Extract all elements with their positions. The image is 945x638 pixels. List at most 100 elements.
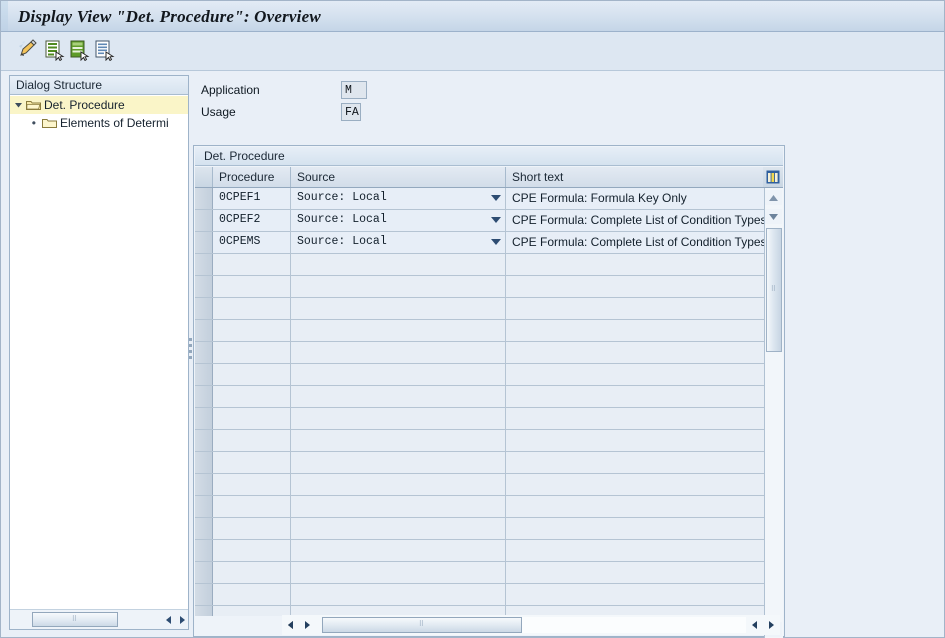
- new-entries-icon[interactable]: [41, 37, 66, 62]
- cell-empty[interactable]: [506, 584, 783, 605]
- row-select-button[interactable]: [195, 276, 213, 297]
- cell-procedure[interactable]: 0CPEF2: [213, 210, 291, 231]
- table-row-empty[interactable]: [195, 584, 783, 606]
- cell-short-text[interactable]: CPE Formula: Complete List of Condition …: [506, 210, 783, 231]
- cell-empty[interactable]: [506, 320, 783, 341]
- copy-as-icon[interactable]: [66, 37, 91, 62]
- cell-empty[interactable]: [213, 496, 291, 517]
- cell-empty[interactable]: [213, 584, 291, 605]
- cell-empty[interactable]: [213, 298, 291, 319]
- usage-field[interactable]: FA: [341, 103, 361, 121]
- cell-empty[interactable]: [213, 342, 291, 363]
- cell-empty[interactable]: [291, 276, 506, 297]
- cell-empty[interactable]: [291, 562, 506, 583]
- cell-empty[interactable]: [291, 474, 506, 495]
- row-select-button[interactable]: [195, 562, 213, 583]
- table-horizontal-scrollbar[interactable]: ⠿: [282, 615, 780, 635]
- row-select-button[interactable]: [195, 210, 213, 231]
- table-row-empty[interactable]: [195, 452, 783, 474]
- hscroll-left-button[interactable]: [282, 617, 299, 634]
- cell-empty[interactable]: [213, 430, 291, 451]
- hscroll-thumb[interactable]: ⠿: [322, 617, 522, 633]
- tree-item-elements-of-determination[interactable]: • Elements of Determi: [10, 114, 188, 132]
- hscroll-left-button-2[interactable]: [746, 617, 763, 634]
- row-select-button[interactable]: [195, 386, 213, 407]
- table-row-empty[interactable]: [195, 540, 783, 562]
- details-icon[interactable]: [91, 37, 116, 62]
- cell-empty[interactable]: [506, 562, 783, 583]
- cell-empty[interactable]: [506, 408, 783, 429]
- cell-empty[interactable]: [506, 364, 783, 385]
- cell-empty[interactable]: [213, 562, 291, 583]
- table-row-empty[interactable]: [195, 496, 783, 518]
- cell-source[interactable]: Source: Local: [291, 210, 506, 231]
- table-row-empty[interactable]: [195, 474, 783, 496]
- scroll-up-button[interactable]: [765, 190, 782, 205]
- column-config-icon[interactable]: [763, 167, 783, 187]
- hscroll-track[interactable]: [522, 617, 746, 633]
- row-select-button[interactable]: [195, 430, 213, 451]
- table-row-empty[interactable]: [195, 386, 783, 408]
- cell-empty[interactable]: [506, 298, 783, 319]
- cell-empty[interactable]: [506, 430, 783, 451]
- row-select-button[interactable]: [195, 606, 213, 616]
- row-select-button[interactable]: [195, 298, 213, 319]
- tree-scroll-right-button[interactable]: [174, 611, 191, 628]
- row-select-button[interactable]: [195, 342, 213, 363]
- cell-source[interactable]: Source: Local: [291, 188, 506, 209]
- cell-empty[interactable]: [291, 430, 506, 451]
- hscroll-right-button-2[interactable]: [763, 617, 780, 634]
- table-row-empty[interactable]: [195, 254, 783, 276]
- table-row[interactable]: 0CPEMS Source: Local CPE Formula: Complete…: [195, 232, 783, 254]
- cell-empty[interactable]: [213, 606, 291, 616]
- cell-empty[interactable]: [213, 320, 291, 341]
- table-row-empty[interactable]: [195, 518, 783, 540]
- dropdown-arrow-icon[interactable]: [491, 217, 501, 223]
- cell-empty[interactable]: [213, 276, 291, 297]
- cell-empty[interactable]: [213, 386, 291, 407]
- cell-short-text[interactable]: CPE Formula: Formula Key Only: [506, 188, 783, 209]
- table-row-empty[interactable]: [195, 430, 783, 452]
- row-select-button[interactable]: [195, 232, 213, 253]
- cell-empty[interactable]: [291, 298, 506, 319]
- table-row-empty[interactable]: [195, 298, 783, 320]
- row-select-button[interactable]: [195, 364, 213, 385]
- select-all-column-header[interactable]: [195, 167, 213, 187]
- table-row[interactable]: 0CPEF1 Source: Local CPE Formula: Formula …: [195, 188, 783, 210]
- row-select-button[interactable]: [195, 496, 213, 517]
- table-row-empty[interactable]: [195, 342, 783, 364]
- row-select-button[interactable]: [195, 408, 213, 429]
- tree-horizontal-scrollbar[interactable]: ⠿: [10, 609, 188, 629]
- table-vertical-scrollbar[interactable]: ⠿: [764, 188, 783, 638]
- cell-short-text[interactable]: CPE Formula: Complete List of Condition …: [506, 232, 783, 253]
- vscroll-thumb[interactable]: ⠿: [766, 228, 782, 352]
- cell-empty[interactable]: [506, 276, 783, 297]
- cell-empty[interactable]: [291, 254, 506, 275]
- scroll-down-button[interactable]: [765, 209, 782, 224]
- cell-procedure[interactable]: 0CPEMS: [213, 232, 291, 253]
- table-row-empty[interactable]: [195, 320, 783, 342]
- cell-empty[interactable]: [213, 518, 291, 539]
- row-select-button[interactable]: [195, 540, 213, 561]
- cell-empty[interactable]: [291, 320, 506, 341]
- column-header-procedure[interactable]: Procedure: [213, 167, 291, 187]
- cell-empty[interactable]: [506, 496, 783, 517]
- cell-empty[interactable]: [506, 386, 783, 407]
- display-change-icon[interactable]: [15, 37, 40, 62]
- cell-empty[interactable]: [213, 254, 291, 275]
- column-header-short-text[interactable]: Short text: [506, 167, 763, 187]
- column-header-source[interactable]: Source: [291, 167, 506, 187]
- cell-empty[interactable]: [213, 408, 291, 429]
- row-select-button[interactable]: [195, 188, 213, 209]
- hscroll-right-button[interactable]: [299, 617, 316, 634]
- cell-empty[interactable]: [506, 540, 783, 561]
- tree-item-det-procedure[interactable]: Det. Procedure: [10, 96, 188, 114]
- table-row[interactable]: 0CPEF2 Source: Local CPE Formula: Complete…: [195, 210, 783, 232]
- cell-procedure[interactable]: 0CPEF1: [213, 188, 291, 209]
- cell-empty[interactable]: [506, 474, 783, 495]
- row-select-button[interactable]: [195, 320, 213, 341]
- dropdown-arrow-icon[interactable]: [491, 239, 501, 245]
- table-row-empty[interactable]: [195, 364, 783, 386]
- application-field[interactable]: M: [341, 81, 367, 99]
- cell-empty[interactable]: [291, 386, 506, 407]
